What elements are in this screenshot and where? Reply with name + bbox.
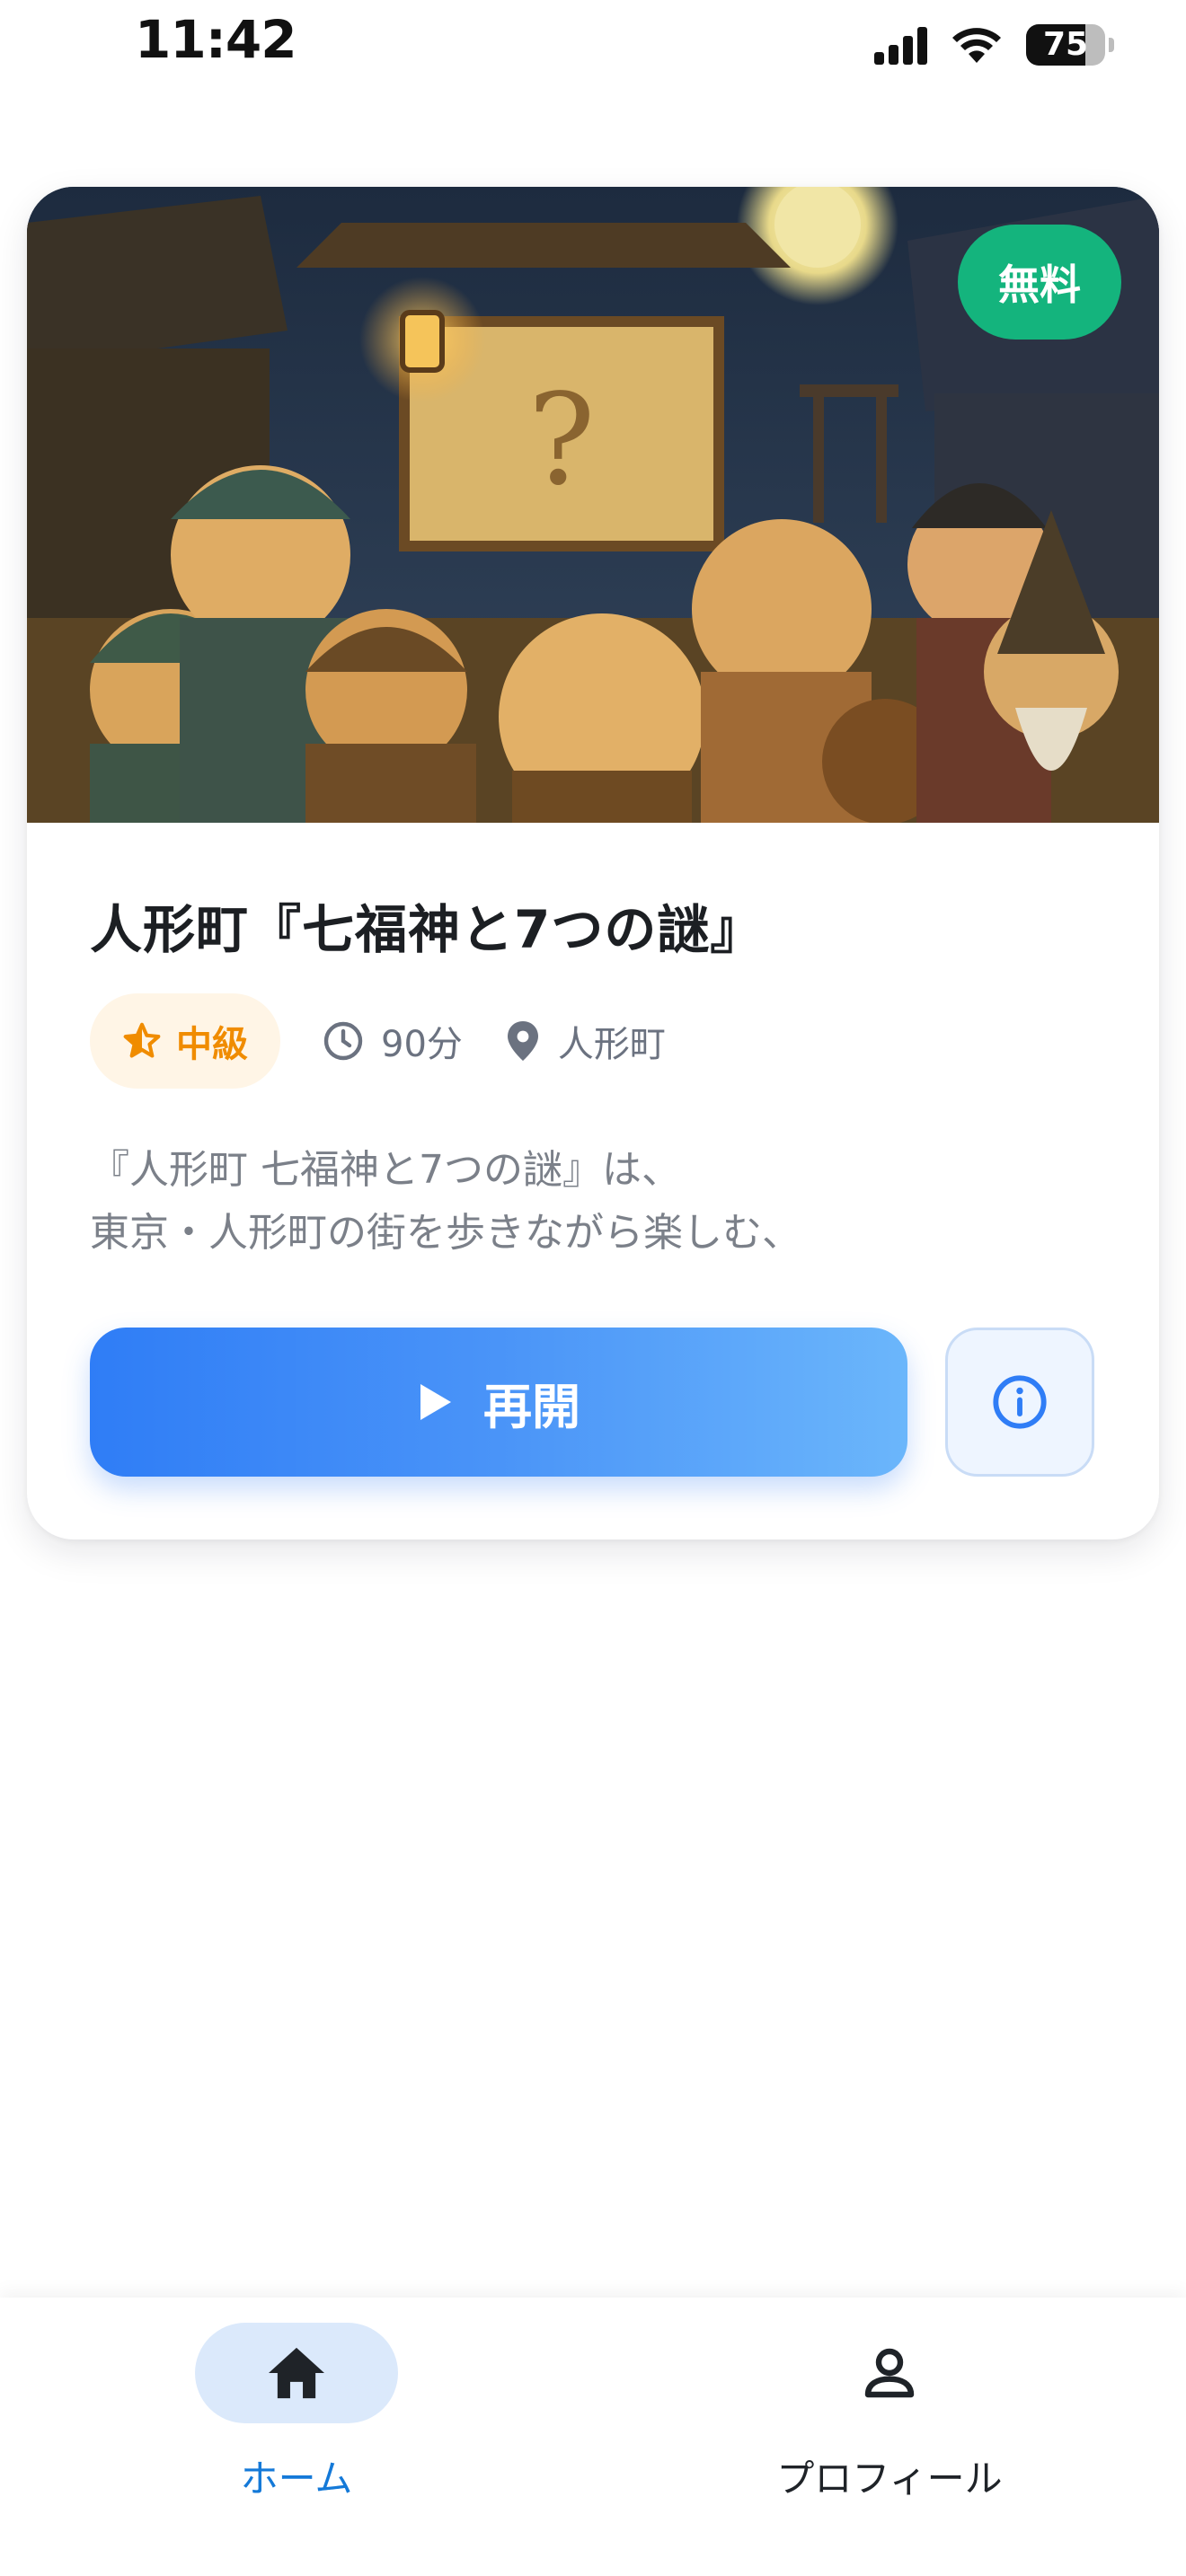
battery-cap <box>1109 38 1114 52</box>
tab-profile-indicator <box>788 2323 991 2423</box>
battery-percent: 75 <box>1042 26 1089 63</box>
course-title: 人形町『七福神と7つの謎』 <box>90 899 764 960</box>
tab-home[interactable]: ホーム <box>0 2298 593 2576</box>
star-half-icon <box>123 1022 161 1058</box>
course-description: 『人形町 七福神と7つの謎』は、 東京・人形町の街を歩きながら楽しむ、 <box>90 1139 1096 1265</box>
free-badge: 無料 <box>958 225 1121 340</box>
map-pin-icon <box>507 1021 538 1061</box>
play-icon <box>420 1384 451 1420</box>
duration-label: 90分 <box>381 1024 463 1065</box>
cellular-signal-icon <box>874 25 927 65</box>
person-icon <box>864 2348 915 2398</box>
course-card[interactable]: ? 無料 人形町『七福神と7つの謎』 中級 90分 人形町 『人形町 七福神と7… <box>27 187 1159 1539</box>
location-label: 人形町 <box>557 1024 666 1065</box>
screen: 11:42 75 ? 無料 人形町『七福神と7つの謎』 中級 90分 人形町 『… <box>0 0 1186 2576</box>
info-button[interactable] <box>945 1328 1094 1477</box>
course-meta: 中級 90分 人形町 <box>90 993 666 1089</box>
resume-label: 再開 <box>483 1380 580 1434</box>
svg-text:?: ? <box>527 367 595 514</box>
clock-icon <box>323 1021 363 1061</box>
tab-profile[interactable]: プロフィール <box>593 2298 1186 2576</box>
wifi-icon <box>952 28 1001 63</box>
duration: 90分 <box>322 1015 463 1067</box>
tab-home-label: ホーム <box>240 2457 353 2501</box>
level-label: 中級 <box>176 1024 248 1065</box>
level-chip: 中級 <box>90 993 280 1089</box>
tab-profile-label: プロフィール <box>776 2457 1003 2501</box>
status-bar: 11:42 75 <box>0 0 1186 90</box>
description-line: 東京・人形町の街を歩きながら楽しむ、 <box>90 1210 801 1256</box>
status-time: 11:42 <box>135 9 297 70</box>
resume-button[interactable]: 再開 <box>90 1328 907 1477</box>
battery-icon: 75 <box>1026 24 1105 66</box>
location: 人形町 <box>504 1015 666 1067</box>
tab-home-indicator <box>195 2323 398 2423</box>
description-line: 『人形町 七福神と7つの謎』は、 <box>90 1147 681 1193</box>
home-icon <box>269 2347 324 2399</box>
bottom-tab-bar: ホーム プロフィール <box>0 2298 1186 2576</box>
course-hero-image: ? 無料 <box>27 187 1159 823</box>
info-icon <box>993 1375 1047 1429</box>
status-indicators: 75 <box>874 20 1114 70</box>
